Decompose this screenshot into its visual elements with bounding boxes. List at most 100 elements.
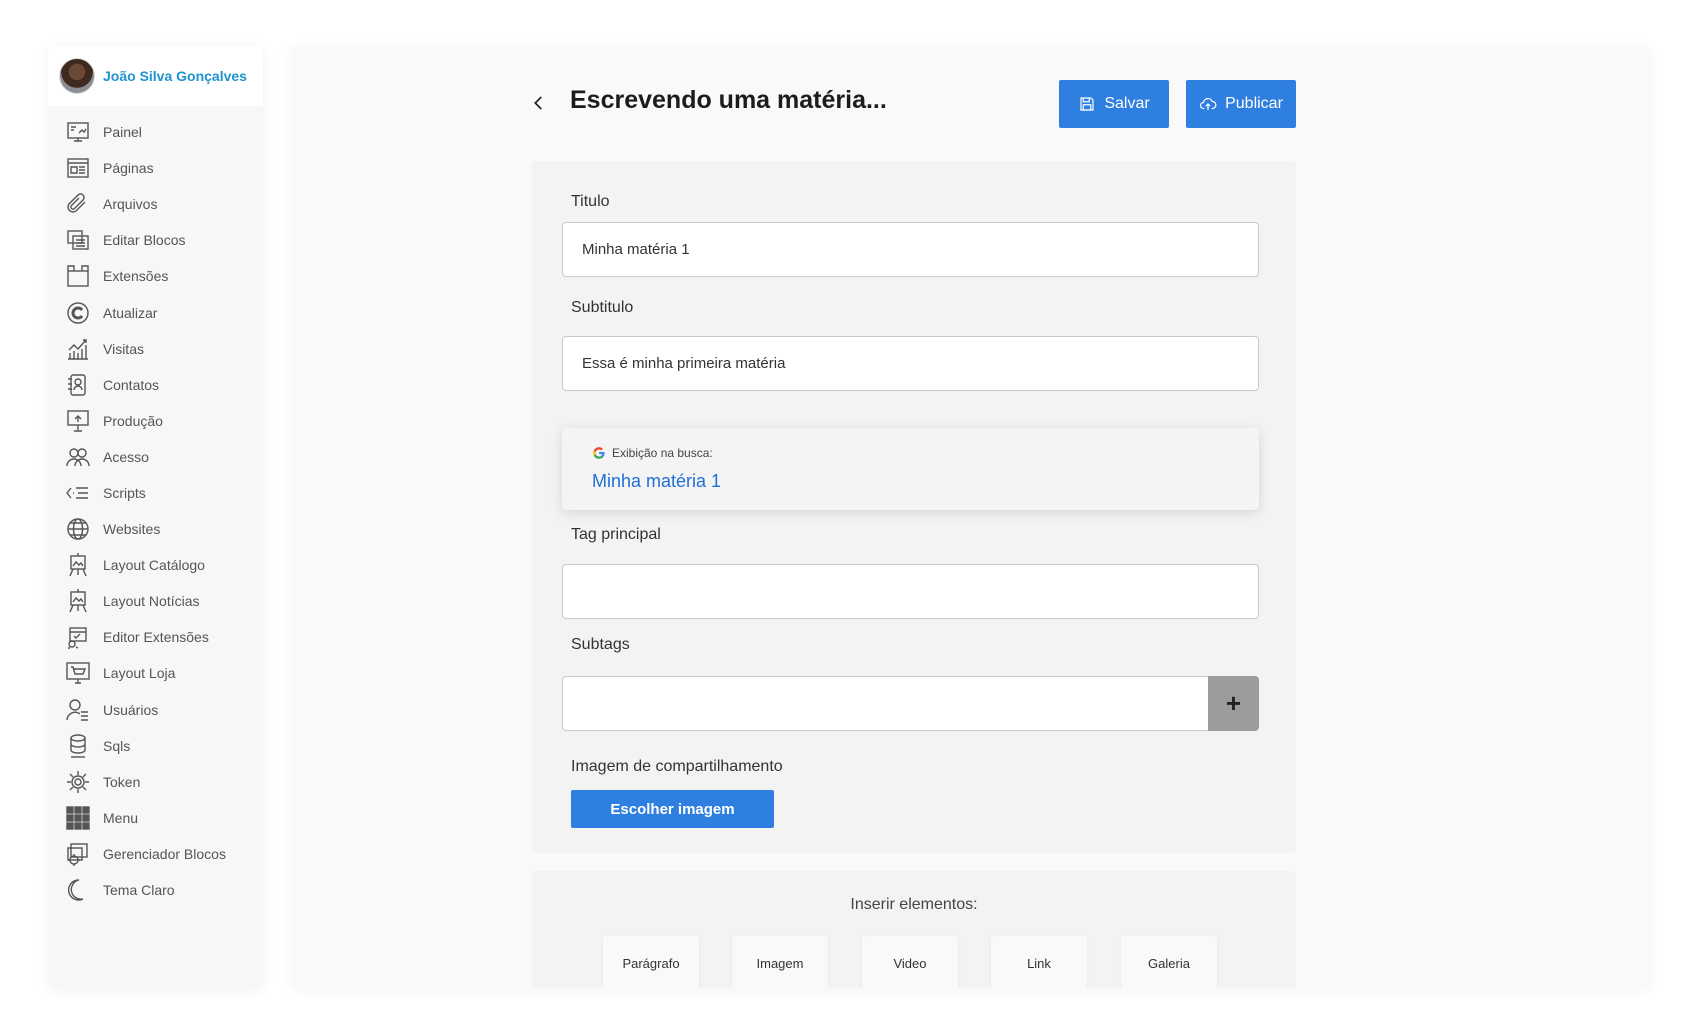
tag-input[interactable]	[562, 564, 1259, 619]
sidebar-item-label: Layout Loja	[103, 665, 176, 682]
sidebar-item-producao[interactable]: Produção	[48, 403, 263, 439]
sidebar-item-layout-loja[interactable]: Layout Loja	[48, 655, 263, 691]
article-form: Titulo Minha matéria 1 Subtitulo Essa é …	[532, 161, 1296, 853]
sidebar-item-label: Painel	[103, 124, 142, 141]
pages-icon	[65, 155, 91, 181]
easel-icon	[65, 552, 91, 578]
sidebar-item-gerenciador-blocos[interactable]: Gerenciador Blocos	[48, 836, 263, 872]
sidebar-item-label: Token	[103, 773, 141, 790]
publish-button-label: Publicar	[1225, 95, 1283, 112]
publish-button[interactable]: Publicar	[1186, 80, 1296, 128]
sidebar-item-label: Sqls	[103, 737, 131, 754]
subtitle-label: Subtitulo	[571, 299, 634, 316]
sidebar-item-arquivos[interactable]: Arquivos	[48, 186, 263, 222]
google-icon	[593, 447, 605, 459]
title-input[interactable]: Minha matéria 1	[562, 222, 1259, 277]
sidebar-nav: Painel Páginas Arquivos Editar Blocos Extens…	[48, 114, 263, 908]
profile-header[interactable]: João Silva Gonçalves	[48, 46, 263, 106]
avatar	[59, 58, 95, 94]
database-icon	[65, 733, 91, 759]
search-preview-header: Exibição na busca:	[592, 446, 713, 460]
profile-name: João Silva Gonçalves	[103, 68, 247, 84]
insert-elements-panel: Inserir elementos: Parágrafo Imagem Vide…	[532, 871, 1296, 988]
choose-image-button[interactable]: Escolher imagem	[571, 790, 774, 828]
search-preview: Exibição na busca: Minha matéria 1	[562, 428, 1259, 510]
search-preview-caption: Exibição na busca:	[612, 446, 713, 460]
extensions-icon	[65, 263, 91, 289]
sidebar-item-editar-blocos[interactable]: Editar Blocos	[48, 222, 263, 258]
insert-gallery-button[interactable]: Galeria	[1121, 936, 1217, 988]
main-panel: Escrevendo uma matéria... Salvar Publica…	[292, 46, 1650, 988]
blocks-icon	[65, 227, 91, 253]
sidebar-item-label: Websites	[103, 521, 161, 538]
page-title: Escrevendo uma matéria...	[570, 86, 887, 114]
sidebar-item-usuarios[interactable]: Usuários	[48, 692, 263, 728]
sidebar-item-label: Contatos	[103, 376, 160, 393]
sidebar-item-token[interactable]: Token	[48, 764, 263, 800]
sidebar-item-contatos[interactable]: Contatos	[48, 367, 263, 403]
insert-image-button[interactable]: Imagem	[732, 936, 828, 988]
sidebar-item-layout-catalogo[interactable]: Layout Catálogo	[48, 547, 263, 583]
chart-icon	[65, 336, 91, 362]
back-button[interactable]	[526, 90, 552, 116]
sidebar-item-editor-extensoes[interactable]: Editor Extensões	[48, 619, 263, 655]
user-list-icon	[65, 697, 91, 723]
sidebar-item-label: Editar Blocos	[103, 232, 186, 249]
update-icon	[65, 300, 91, 326]
sidebar-item-label: Layout Notícias	[103, 593, 200, 610]
block-manager-icon	[65, 841, 91, 867]
subtags-input[interactable]	[562, 676, 1212, 731]
save-button[interactable]: Salvar	[1059, 80, 1169, 128]
sidebar-item-label: Scripts	[103, 484, 146, 501]
sidebar-item-label: Editor Extensões	[103, 629, 209, 646]
sidebar-item-scripts[interactable]: Scripts	[48, 475, 263, 511]
cloud-upload-icon	[1200, 97, 1217, 110]
moon-icon	[65, 877, 91, 903]
insert-video-button[interactable]: Video	[862, 936, 958, 988]
sidebar-item-paginas[interactable]: Páginas	[48, 150, 263, 186]
sidebar-item-label: Layout Catálogo	[103, 557, 205, 574]
sidebar-item-layout-noticias[interactable]: Layout Notícias	[48, 583, 263, 619]
sidebar-item-acesso[interactable]: Acesso	[48, 439, 263, 475]
sidebar-item-atualizar[interactable]: Atualizar	[48, 294, 263, 330]
shop-icon	[65, 660, 91, 686]
users-icon	[65, 444, 91, 470]
token-icon	[65, 769, 91, 795]
globe-icon	[65, 516, 91, 542]
dashboard-icon	[65, 119, 91, 145]
sidebar-item-label: Usuários	[103, 701, 159, 718]
presentation-icon	[65, 408, 91, 434]
sidebar-item-menu[interactable]: Menu	[48, 800, 263, 836]
subtags-label: Subtags	[571, 636, 630, 653]
add-subtag-button[interactable]: +	[1208, 676, 1259, 731]
chevron-left-icon	[534, 96, 542, 110]
sidebar-item-sqls[interactable]: Sqls	[48, 728, 263, 764]
sidebar-item-label: Produção	[103, 412, 163, 429]
sidebar-item-tema-claro[interactable]: Tema Claro	[48, 872, 263, 908]
sidebar-item-painel[interactable]: Painel	[48, 114, 263, 150]
contacts-icon	[65, 372, 91, 398]
tag-label: Tag principal	[571, 526, 661, 543]
plus-icon: +	[1225, 688, 1242, 718]
search-preview-title: Minha matéria 1	[592, 471, 722, 491]
sidebar-item-label: Menu	[103, 809, 139, 826]
save-button-label: Salvar	[1104, 95, 1150, 112]
grid-icon	[65, 805, 91, 831]
insert-link-button[interactable]: Link	[991, 936, 1087, 988]
extension-editor-icon	[65, 624, 91, 650]
sidebar-item-label: Visitas	[103, 340, 144, 357]
paperclip-icon	[65, 191, 91, 217]
easel-icon	[65, 588, 91, 614]
sidebar: João Silva Gonçalves Painel Páginas Arquiv…	[48, 46, 263, 988]
sidebar-item-visitas[interactable]: Visitas	[48, 331, 263, 367]
sidebar-item-extensoes[interactable]: Extensões	[48, 258, 263, 294]
sidebar-item-websites[interactable]: Websites	[48, 511, 263, 547]
sidebar-item-label: Extensões	[103, 268, 169, 285]
sidebar-item-label: Acesso	[103, 448, 149, 465]
sidebar-item-label: Atualizar	[103, 304, 158, 321]
subtitle-input[interactable]: Essa é minha primeira matéria	[562, 336, 1259, 391]
insert-paragraph-button[interactable]: Parágrafo	[603, 936, 699, 988]
floppy-disk-icon	[1080, 97, 1094, 111]
code-icon	[65, 480, 91, 506]
sidebar-item-label: Arquivos	[103, 196, 158, 213]
